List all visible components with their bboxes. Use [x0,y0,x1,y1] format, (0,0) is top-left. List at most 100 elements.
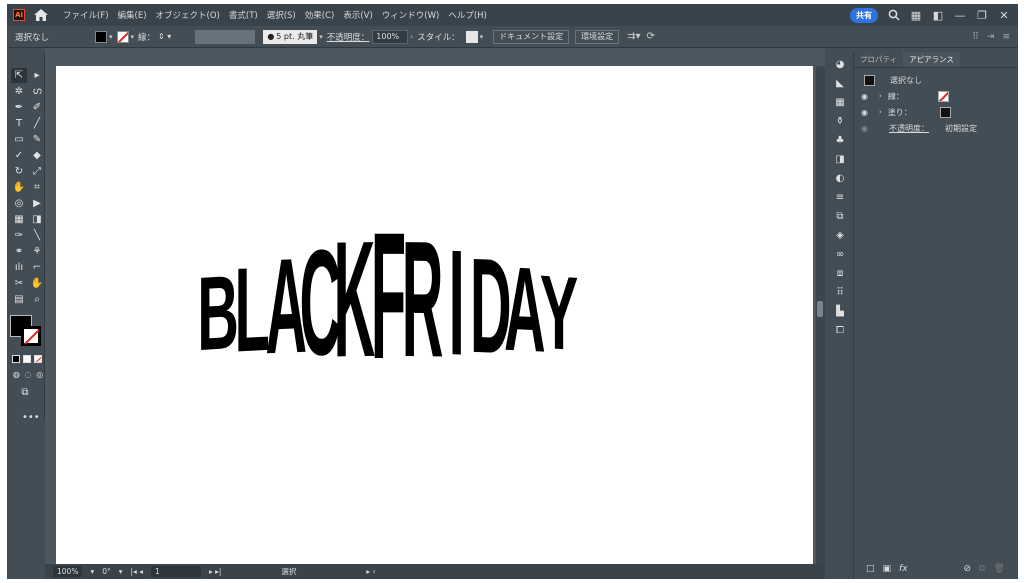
artwork-letter[interactable]: R [402,208,444,393]
fill-swatch[interactable] [95,30,107,43]
restore-icon[interactable]: ❐ [976,9,988,22]
stroke-none-swatch[interactable] [937,90,949,102]
share-button[interactable]: 共有 [850,7,878,23]
brushes-panel-icon[interactable]: ⚱ [832,114,848,128]
chevron-right-icon[interactable]: › [879,92,882,100]
menu-item[interactable]: 選択(S) [267,9,296,21]
direct-selection-tool-icon[interactable]: ▸ [29,68,45,83]
add-stroke-icon[interactable]: □ [866,564,875,574]
artwork-letter[interactable]: Y [540,252,579,372]
warp-tool-icon[interactable]: ✋ [11,180,27,195]
perspective-grid-icon[interactable]: ▶ [29,196,45,211]
play-icon[interactable]: ▸ ‹ [366,567,375,576]
minimize-icon[interactable]: — [954,9,966,22]
align-panel-icon[interactable]: ▙ [832,304,848,318]
workspace-icon[interactable]: ▦ [910,9,922,22]
menu-item[interactable]: 編集(E) [118,9,147,21]
opacity-label[interactable]: 不透明度： [327,31,370,43]
free-transform-icon[interactable]: ⌗ [29,180,45,195]
eye-icon[interactable]: ◉ [861,92,875,101]
blend-tool-icon[interactable]: ⚭ [11,244,27,259]
scale-tool-icon[interactable]: ⤢ [29,164,45,179]
opacity-row-label[interactable]: 不透明度： [889,123,929,134]
image-trace-icon[interactable]: ▦ [832,95,848,109]
hand-tool-icon[interactable]: ✋ [29,276,45,291]
color-panel-icon[interactable]: ◕ [832,57,848,71]
links-panel-icon[interactable]: ∞ [832,247,848,261]
add-fill-icon[interactable]: ▣ [883,564,892,574]
appearance-stroke-row[interactable]: ◉ › 線： [854,88,1018,104]
artboard[interactable]: BLACKFRIDAY [56,66,813,564]
vertical-scrollbar[interactable] [816,66,825,564]
gradient-panel-icon[interactable]: ◨ [832,152,848,166]
paintbrush-icon[interactable]: ✎ [29,132,45,147]
curvature-tool-icon[interactable]: ✐ [29,100,45,115]
artwork-letter[interactable]: B [197,252,239,372]
appearance-opacity-row[interactable]: ◉ 不透明度： 初期設定 [854,120,1018,136]
arrange-panel-icon[interactable]: ⧠ [832,323,848,337]
swatches-panel-icon[interactable]: ◣ [832,76,848,90]
clear-appearance-icon[interactable]: ⊘ [964,564,972,574]
fill-black-swatch[interactable] [939,106,951,118]
pathfinder-icon[interactable]: ⧈ [832,266,848,280]
style-swatch[interactable] [465,30,478,43]
selection-tool-icon[interactable]: ⇱ [11,68,27,83]
rotate-tool-icon[interactable]: ↻ [11,164,27,179]
appearance-fill-row[interactable]: ◉ › 塗り： [854,104,1018,120]
appearance-header-row[interactable]: 選択なし [854,72,1018,88]
gradient-mode-icon[interactable] [23,355,31,363]
stroke-swatch[interactable] [116,30,129,43]
screen-mode-icon[interactable]: ⧉ [17,385,33,400]
artboards-panel-icon[interactable]: ⧉ [832,209,848,223]
menu-item[interactable]: ファイル(F) [63,9,109,21]
chevron-down-icon[interactable]: ▾ [480,33,484,41]
chevron-right-icon[interactable]: › [410,33,413,41]
zoom-select[interactable]: 100% [53,566,83,577]
artwork-letter[interactable]: K [334,208,376,393]
blackfriday-artwork[interactable]: BLACKFR I DAY [56,66,813,564]
eye-icon[interactable]: ◉ [861,124,875,133]
artboard-next-icon[interactable]: ▸ ▸| [209,567,221,576]
slice-tool-icon[interactable]: ✂ [11,276,27,291]
variable-width-profile[interactable] [195,29,256,44]
fx-icon[interactable]: fx [899,564,908,574]
mesh-tool-icon[interactable]: ▦ [11,212,27,227]
symbol-sprayer-icon[interactable]: ⚘ [29,244,45,259]
opacity-input[interactable]: 100% [372,29,409,44]
stroke-color-box[interactable] [21,326,41,346]
chevron-down-icon[interactable]: ▾ [109,33,113,41]
chevron-down-icon[interactable]: ▾ [319,33,323,41]
symbols-panel-icon[interactable]: ♣ [832,133,848,147]
eye-icon[interactable]: ◉ [861,108,875,117]
shaper-tool-icon[interactable]: ✓ [11,148,27,163]
eyedropper-icon[interactable]: ✑ [11,228,27,243]
align-icon[interactable]: ⇉▾ [627,31,640,42]
menu-item[interactable]: ウィンドウ(W) [382,9,440,21]
scrollbar-thumb[interactable] [817,301,823,317]
grid-icon[interactable]: ⠿ [972,32,979,42]
draw-inside-icon[interactable]: ◎ [35,369,44,379]
artboard-number-select[interactable]: 1 [150,566,201,577]
eraser-icon[interactable]: ◆ [29,148,45,163]
panel-tab[interactable]: アピアランス [903,52,960,67]
zoom-tool-icon[interactable]: ⌕ [29,292,45,307]
draw-normal-icon[interactable]: ◍ [12,369,21,379]
column-graph-icon[interactable]: ılı [11,260,27,275]
path-icon[interactable]: ⇥ [987,32,995,42]
pen-tool-icon[interactable]: ✒ [11,100,27,115]
transform-icon[interactable]: ⟳ [647,31,655,42]
chevron-down-icon[interactable]: ▾ [90,567,94,576]
menu-item[interactable]: オブジェクト(O) [156,9,220,21]
type-tool-icon[interactable]: T [11,116,27,131]
more-tools-icon[interactable]: ••• [22,412,44,423]
search-icon[interactable] [888,9,900,21]
gradient-tool-icon[interactable]: ◨ [29,212,45,227]
shape-builder-icon[interactable]: ◎ [11,196,27,211]
home-icon[interactable] [33,8,49,22]
duplicate-icon[interactable]: ⧉ [979,564,985,574]
close-icon[interactable]: ✕ [998,9,1010,22]
transform-panel-icon[interactable]: ⠿ [832,285,848,299]
lasso-icon[interactable]: ഗ [29,84,45,99]
stroke-weight-stepper[interactable]: ⇕ ▾ [158,32,171,41]
magic-wand-icon[interactable]: ✲ [11,84,27,99]
